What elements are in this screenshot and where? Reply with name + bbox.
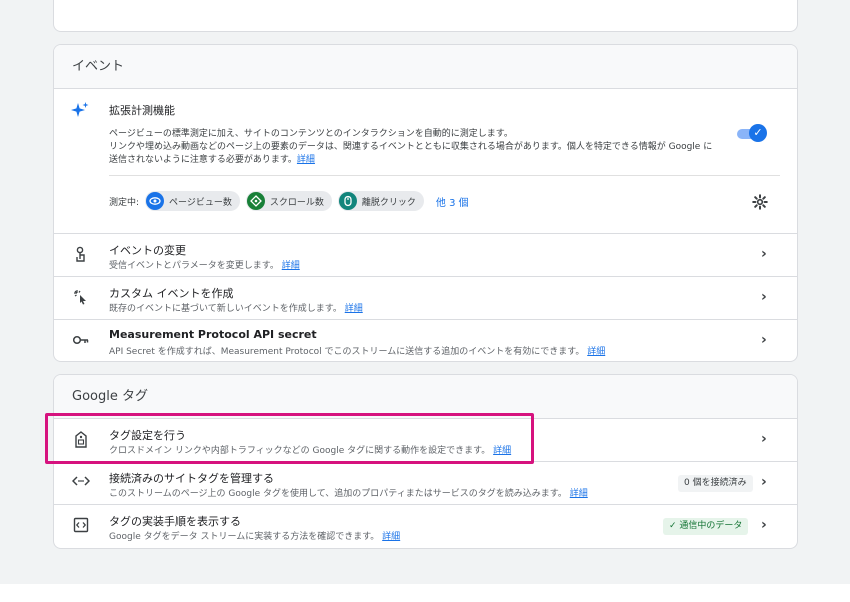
- row-title: イベントの変更: [109, 244, 186, 257]
- chevron-right-icon[interactable]: ›: [761, 289, 767, 305]
- events-card-title: イベント: [54, 45, 797, 89]
- enhanced-desc-line3-text: 送信されないように注意する必要があります。: [109, 155, 297, 165]
- enhanced-desc-line2: リンクや埋め込み動画などのページ上の要素のデータは、関連するイベントとともに収集…: [109, 142, 713, 152]
- chevron-right-icon[interactable]: ›: [761, 431, 767, 447]
- code-icon: [71, 474, 91, 492]
- row-title: Measurement Protocol API secret: [109, 328, 317, 341]
- events-card: イベント 拡張計測機能 ページビューの標準測定に加え、サイトのコンテンツとのイン…: [53, 44, 798, 362]
- chevron-right-icon[interactable]: ›: [761, 332, 767, 348]
- row-view-tag-instructions[interactable]: タグの実装手順を表示する Google タグをデータ ストリームに実装する方法を…: [54, 505, 797, 548]
- row-detail-link[interactable]: 詳細: [345, 304, 363, 314]
- mouse-icon: [338, 192, 357, 210]
- touch-icon: [72, 246, 90, 264]
- badge-label: 通信中のデータ: [679, 521, 743, 531]
- row-description: 受信イベントとパラメータを変更します。 詳細: [109, 258, 300, 271]
- chevron-right-icon[interactable]: ›: [761, 246, 767, 262]
- chip-label: スクロール数: [269, 197, 324, 208]
- row-title: タグの実装手順を表示する: [109, 515, 241, 528]
- more-measurements-link[interactable]: 他 3 個: [436, 194, 469, 209]
- row-title: カスタム イベントを作成: [109, 287, 234, 300]
- row-detail-link[interactable]: 詳細: [282, 261, 300, 271]
- row-description-text: Google タグをデータ ストリームに実装する方法を確認できます。: [109, 532, 380, 542]
- row-description: Google タグをデータ ストリームに実装する方法を確認できます。 詳細: [109, 529, 400, 542]
- eye-icon: [146, 192, 165, 210]
- chip-outbound-clicks: 離脱クリック: [337, 191, 424, 211]
- chip-scrolls: スクロール数: [245, 191, 332, 211]
- chip-label: 離脱クリック: [361, 197, 416, 208]
- row-manage-site-tags[interactable]: 接続済みのサイトタグを管理する このストリームのページ上の Google タグを…: [54, 462, 797, 505]
- highlight-box: [45, 413, 534, 464]
- row-description-text: 既存のイベントに基づいて新しいイベントを作成します。: [109, 304, 342, 314]
- row-create-custom-event[interactable]: カスタム イベントを作成 既存のイベントに基づいて新しいイベントを作成します。 …: [54, 277, 797, 320]
- enhanced-measurement-toggle[interactable]: ✓: [737, 124, 767, 142]
- chevron-right-icon[interactable]: ›: [761, 474, 767, 490]
- check-icon: ✓: [669, 521, 677, 531]
- row-title: 接続済みのサイトタグを管理する: [109, 472, 274, 485]
- enhanced-measurement-section: 拡張計測機能 ページビューの標準測定に加え、サイトのコンテンツとのインタラクショ…: [54, 89, 797, 234]
- enhanced-desc-line1: ページビューの標準測定に加え、サイトのコンテンツとのインタラクションを自動的に測…: [109, 129, 513, 139]
- gear-icon[interactable]: [752, 194, 768, 214]
- check-icon: ✓: [749, 124, 767, 142]
- row-modify-events[interactable]: イベントの変更 受信イベントとパラメータを変更します。 詳細 ›: [54, 234, 797, 277]
- enhanced-measurement-description: ページビューの標準測定に加え、サイトのコンテンツとのインタラクションを自動的に測…: [109, 128, 749, 167]
- row-description: API Secret を作成すれば、Measurement Protocol で…: [109, 344, 605, 357]
- row-description: このストリームのページ上の Google タグを使用して、追加のプロパティまたは…: [109, 486, 588, 499]
- data-flowing-badge: ✓ 通信中のデータ: [663, 518, 749, 535]
- row-detail-link[interactable]: 詳細: [382, 532, 400, 542]
- row-description-text: このストリームのページ上の Google タグを使用して、追加のプロパティまたは…: [109, 489, 567, 499]
- cursor-click-icon: [72, 289, 90, 307]
- row-description: 既存のイベントに基づいて新しいイベントを作成します。 詳細: [109, 301, 363, 314]
- scroll-icon: [246, 192, 265, 210]
- chip-page-views: ページビュー数: [145, 191, 240, 211]
- code-box-icon: [72, 517, 90, 535]
- row-detail-link[interactable]: 詳細: [570, 489, 588, 499]
- row-description-text: API Secret を作成すれば、Measurement Protocol で…: [109, 347, 585, 357]
- chevron-right-icon[interactable]: ›: [761, 517, 767, 533]
- divider: [109, 175, 780, 176]
- sparkle-icon: [70, 101, 90, 125]
- row-measurement-protocol[interactable]: Measurement Protocol API secret API Secr…: [54, 320, 797, 361]
- top-card-fragment: [53, 0, 798, 32]
- measuring-label: 測定中:: [109, 197, 140, 208]
- enhanced-detail-link[interactable]: 詳細: [297, 155, 315, 165]
- row-detail-link[interactable]: 詳細: [587, 347, 605, 357]
- row-description-text: 受信イベントとパラメータを変更します。: [109, 261, 279, 271]
- enhanced-measurement-title: 拡張計測機能: [109, 104, 175, 117]
- measuring-row: 測定中: ページビュー数 スクロール数 離脱クリック 他 3 個: [109, 191, 469, 211]
- connected-count-badge: 0 個を接続済み: [678, 475, 753, 492]
- chip-label: ページビュー数: [169, 197, 232, 208]
- key-icon: [72, 332, 90, 350]
- enhanced-desc-line3: 送信されないように注意する必要があります。詳細: [109, 154, 749, 167]
